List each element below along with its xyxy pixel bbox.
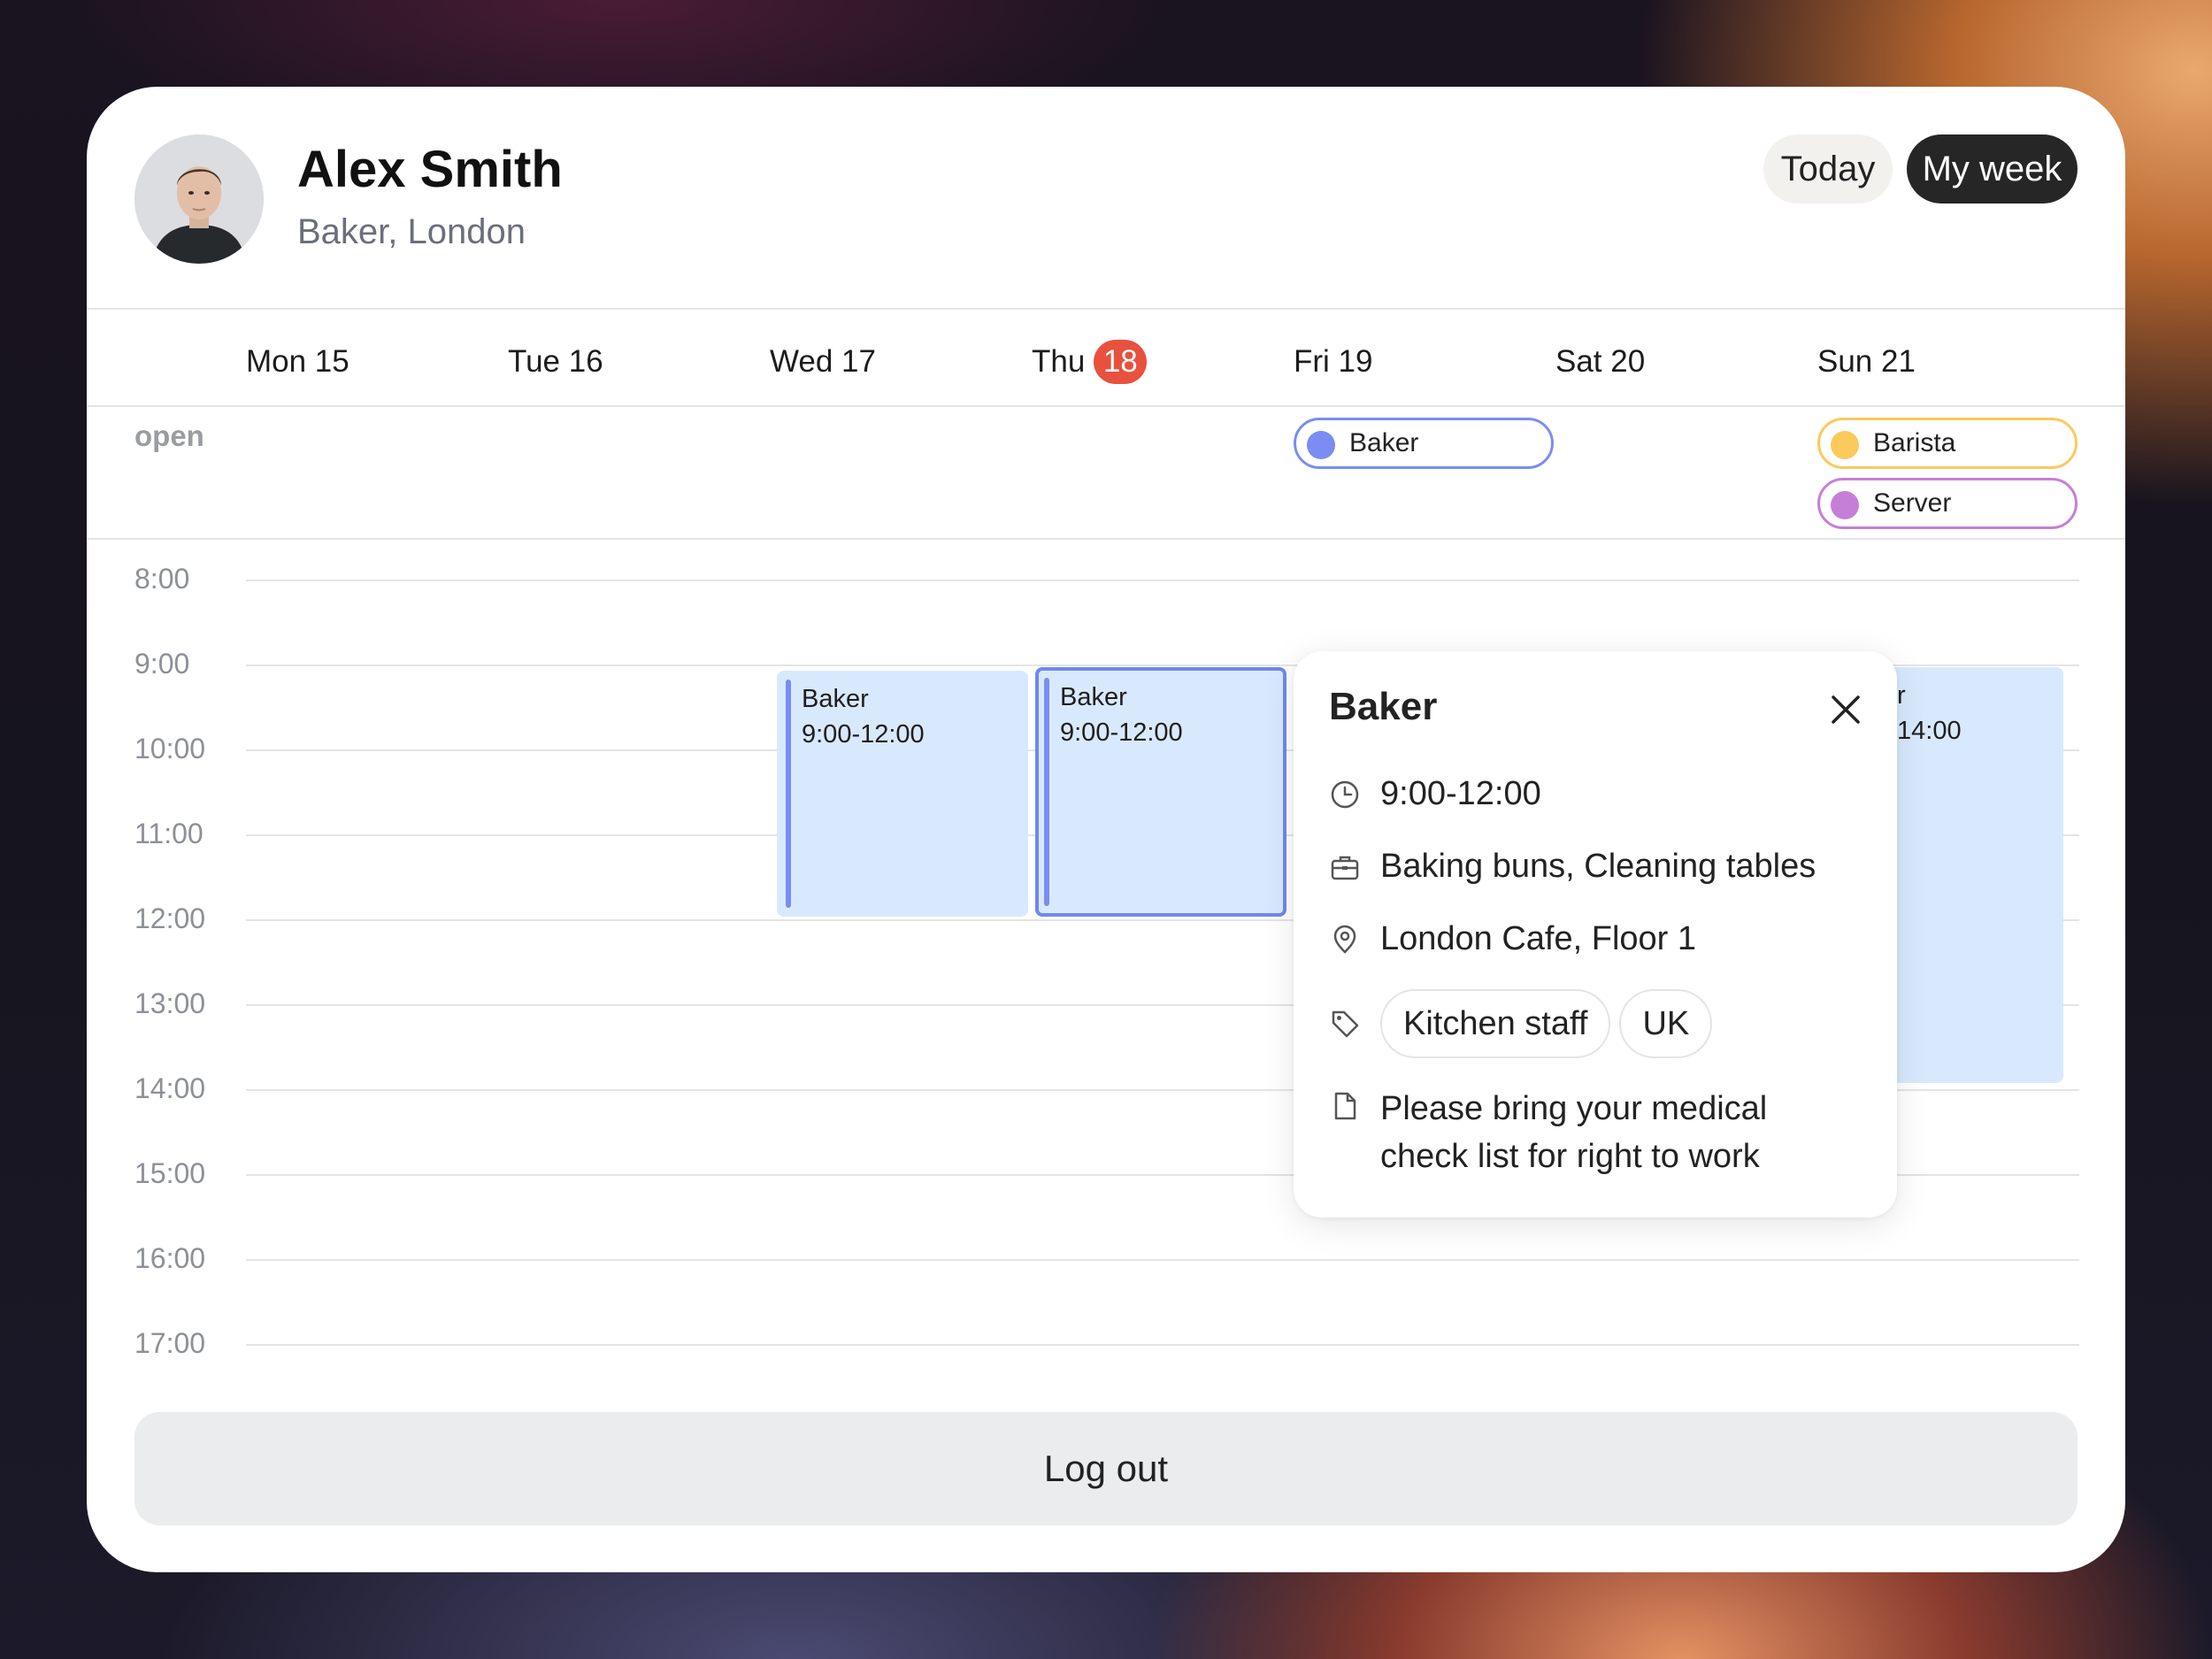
popup-tags-row: Kitchen staff UK	[1329, 989, 1721, 1058]
tag-icon	[1332, 1010, 1359, 1038]
shift-role: r	[1897, 681, 1906, 710]
briefcase-icon	[1331, 856, 1359, 880]
popup-note-line: Please bring your medical	[1380, 1090, 1768, 1127]
profile-role: Baker, London	[297, 212, 526, 251]
open-shift-baker-label: Baker	[1349, 428, 1419, 457]
shift-role: Baker	[1060, 683, 1127, 711]
open-shift-server-label: Server	[1873, 488, 1952, 518]
tag-uk[interactable]: UK	[1619, 989, 1713, 1058]
server-color-dot	[1831, 491, 1859, 519]
days-divider	[87, 405, 2125, 407]
day-tue[interactable]: Tue 16	[508, 340, 603, 384]
clock-icon	[1331, 780, 1359, 809]
open-shift-server[interactable]: Server	[1817, 478, 2078, 529]
open-shift-barista-label: Barista	[1873, 428, 1956, 457]
time-label: 9:00	[134, 648, 190, 680]
today-date-badge: 18	[1094, 340, 1148, 384]
popup-note-line: check list for right to work	[1380, 1138, 1760, 1175]
day-mon[interactable]: Mon 15	[246, 340, 349, 384]
tag-kitchen-staff[interactable]: Kitchen staff	[1380, 989, 1611, 1058]
time-label: 14:00	[134, 1072, 206, 1104]
hour-gridline	[246, 1344, 2079, 1346]
shift-details-popup: Baker 9:00-12:00 Baking buns, Cleaning t…	[1294, 651, 1897, 1217]
time-label: 13:00	[134, 987, 206, 1019]
open-shift-barista[interactable]: Barista	[1817, 418, 2078, 469]
profile-name: Alex Smith	[297, 141, 563, 198]
location-pin-icon	[1333, 925, 1356, 954]
header-divider	[87, 308, 2125, 310]
day-thu-label: Thu	[1032, 344, 1086, 379]
popup-note: Please bring your medical check list for…	[1380, 1085, 1767, 1180]
app-screen: Alex Smith Baker, London Today My week M…	[87, 87, 2125, 1572]
shift-wed-baker[interactable]: Baker 9:00-12:00	[777, 671, 1028, 917]
today-button[interactable]: Today	[1763, 134, 1893, 204]
shift-accent-bar	[1044, 678, 1049, 906]
time-label: 8:00	[134, 563, 190, 595]
hour-gridline	[246, 1259, 2079, 1261]
time-label: 17:00	[134, 1327, 206, 1359]
popup-note-row: Please bring your medical check list for…	[1329, 1085, 1767, 1180]
document-icon	[1334, 1092, 1356, 1120]
popup-location-row: London Cafe, Floor 1	[1329, 920, 1696, 958]
time-label: 12:00	[134, 902, 206, 934]
shift-time: 9:00-12:00	[1060, 718, 1183, 747]
popup-tasks: Baking buns, Cleaning tables	[1380, 848, 1816, 885]
hour-gridline	[246, 580, 2079, 581]
day-sat[interactable]: Sat 20	[1555, 340, 1645, 384]
shift-time: 14:00	[1897, 717, 1962, 745]
shift-time: 9:00-12:00	[802, 720, 925, 749]
day-thu[interactable]: Thu 18	[1032, 340, 1148, 384]
close-icon[interactable]	[1826, 690, 1865, 729]
popup-location: London Cafe, Floor 1	[1380, 920, 1697, 957]
popup-title: Baker	[1329, 685, 1438, 728]
baker-color-dot	[1307, 431, 1335, 459]
open-shift-baker[interactable]: Baker	[1294, 418, 1554, 469]
day-fri[interactable]: Fri 19	[1294, 340, 1372, 384]
my-week-button[interactable]: My week	[1907, 134, 2078, 204]
time-label: 11:00	[134, 818, 204, 849]
shift-role: Baker	[802, 685, 869, 713]
avatar	[134, 134, 264, 264]
time-label: 10:00	[134, 733, 206, 764]
time-label: 15:00	[134, 1157, 206, 1189]
popup-tasks-row: Baking buns, Cleaning tables	[1329, 848, 1816, 886]
tablet-frame: Alex Smith Baker, London Today My week M…	[0, 0, 2212, 1659]
open-shifts-label: open	[134, 419, 204, 452]
barista-color-dot	[1831, 431, 1859, 459]
day-wed[interactable]: Wed 17	[770, 340, 876, 384]
day-sun[interactable]: Sun 21	[1817, 340, 1916, 384]
logout-button[interactable]: Log out	[134, 1412, 2078, 1525]
shift-thu-baker-selected[interactable]: Baker 9:00-12:00	[1035, 667, 1286, 917]
shift-accent-bar	[786, 680, 791, 908]
popup-time-row: 9:00-12:00	[1329, 775, 1541, 813]
time-label: 16:00	[134, 1242, 206, 1274]
popup-time: 9:00-12:00	[1380, 775, 1541, 812]
open-shifts-divider	[87, 538, 2125, 540]
